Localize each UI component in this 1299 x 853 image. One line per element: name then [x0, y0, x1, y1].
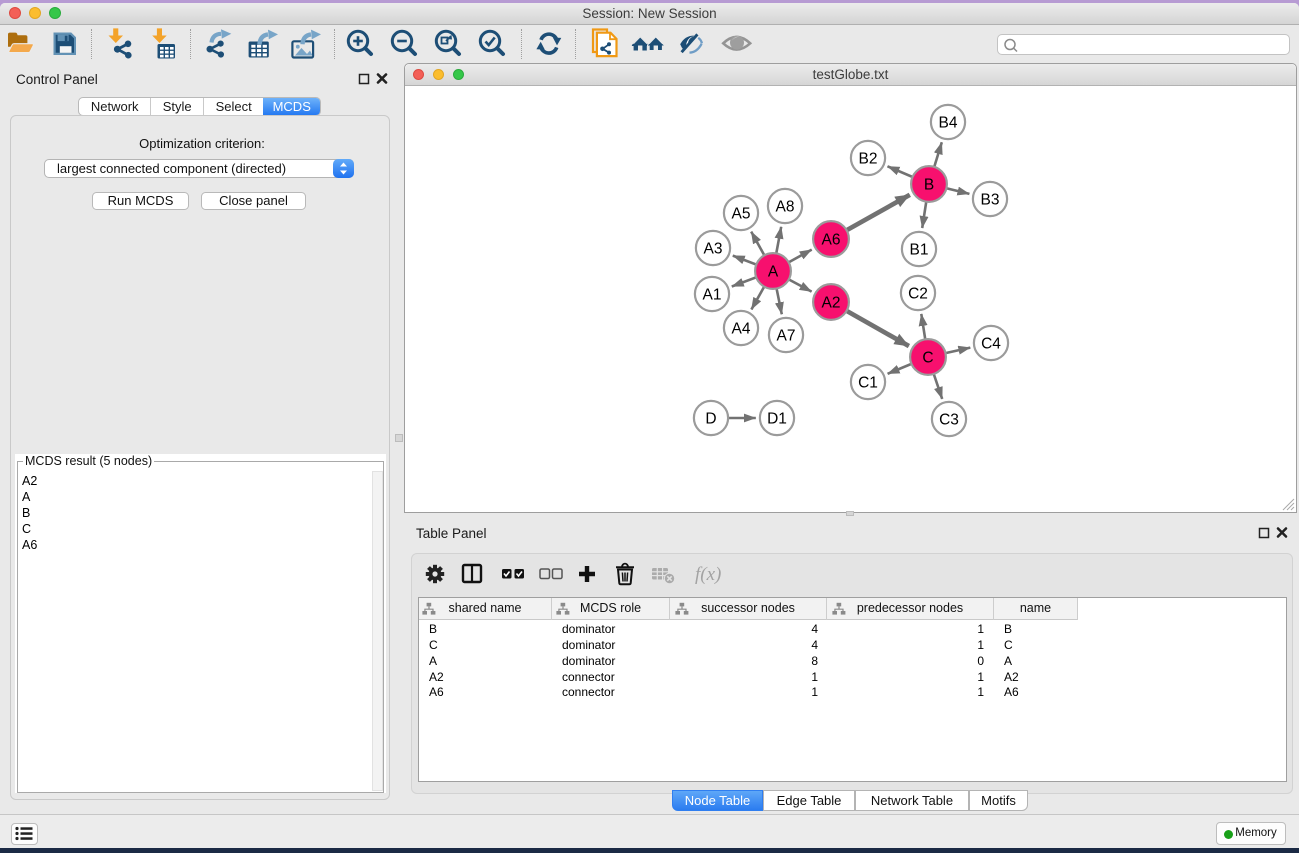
- svg-text:A7: A7: [777, 327, 796, 344]
- svg-text:B1: B1: [910, 241, 929, 258]
- svg-text:C2: C2: [908, 285, 928, 302]
- svg-text:A: A: [768, 263, 779, 280]
- svg-text:C3: C3: [939, 411, 959, 428]
- svg-text:C4: C4: [981, 335, 1001, 352]
- svg-text:A3: A3: [704, 240, 723, 257]
- svg-text:A1: A1: [703, 286, 722, 303]
- svg-text:B2: B2: [859, 150, 878, 167]
- svg-text:A6: A6: [822, 231, 841, 248]
- svg-text:D1: D1: [767, 410, 787, 427]
- svg-text:B4: B4: [939, 114, 958, 131]
- svg-text:B3: B3: [981, 191, 1000, 208]
- svg-text:C1: C1: [858, 374, 878, 391]
- svg-text:A5: A5: [732, 205, 751, 222]
- svg-text:A2: A2: [822, 294, 841, 311]
- svg-text:D: D: [705, 410, 716, 427]
- svg-text:C: C: [922, 349, 933, 366]
- svg-text:A4: A4: [732, 320, 751, 337]
- svg-text:f(x): f(x): [695, 564, 721, 585]
- svg-text:A8: A8: [776, 198, 795, 215]
- svg-text:B: B: [924, 176, 934, 193]
